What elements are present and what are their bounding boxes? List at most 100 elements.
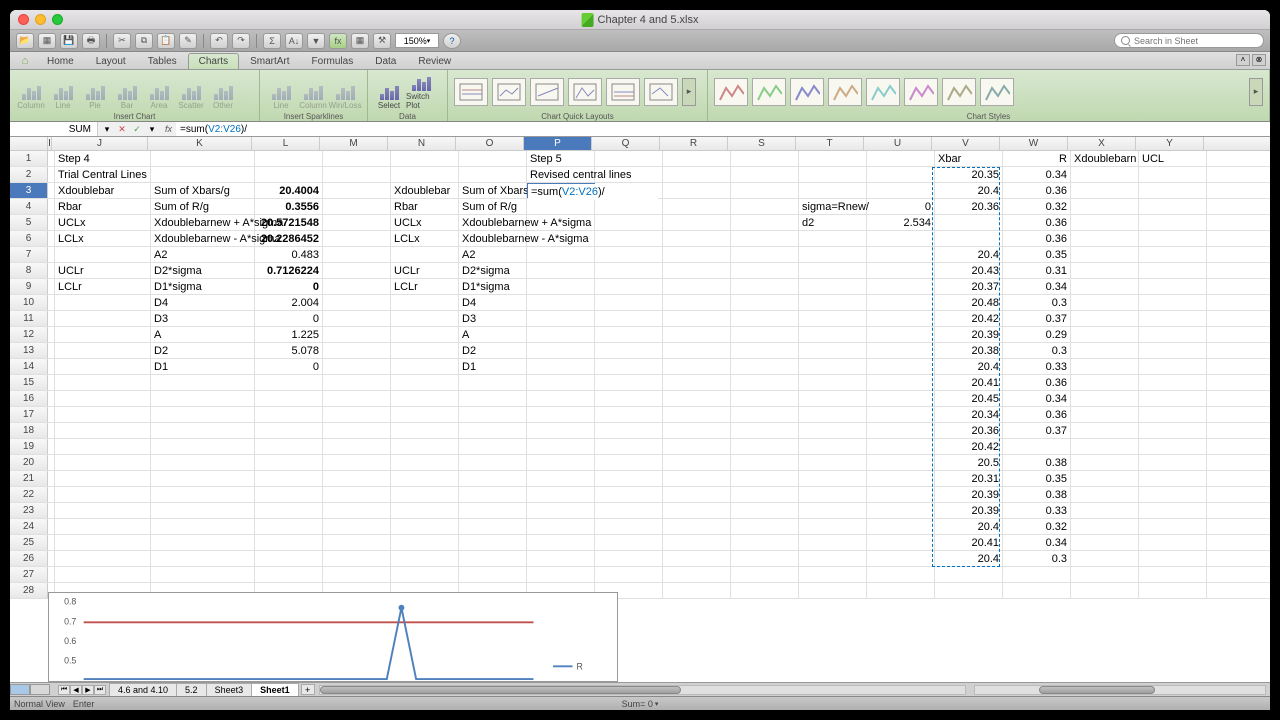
cell[interactable]	[663, 295, 731, 310]
cell[interactable]	[527, 279, 595, 294]
layout-scroll-right[interactable]: ▸	[682, 78, 696, 106]
cell[interactable]	[731, 487, 799, 502]
cell[interactable]	[1071, 391, 1139, 406]
cell[interactable]	[1071, 359, 1139, 374]
save-button[interactable]: 💾	[60, 33, 78, 49]
cell[interactable]: 20.36	[935, 423, 1003, 438]
cell[interactable]	[1139, 279, 1207, 294]
formula-accept-button[interactable]: ✓	[130, 123, 144, 135]
cell[interactable]	[731, 343, 799, 358]
cell[interactable]	[731, 247, 799, 262]
cell[interactable]	[55, 503, 151, 518]
cell[interactable]	[255, 423, 323, 438]
chart-layout-thumb[interactable]	[454, 78, 488, 106]
cell[interactable]	[151, 439, 255, 454]
cell[interactable]	[55, 295, 151, 310]
cell[interactable]: Sum of Xbars/g	[459, 183, 527, 198]
cell[interactable]	[731, 375, 799, 390]
cell[interactable]: A	[151, 327, 255, 342]
horizontal-scrollbar[interactable]	[319, 685, 966, 695]
active-cell-editing[interactable]: =sum(V2:V26)/	[527, 183, 595, 198]
sheet-tab[interactable]: Sheet3	[206, 683, 253, 696]
cell[interactable]	[48, 391, 55, 406]
formula-input[interactable]: =sum(V2:V26)/	[176, 122, 1270, 136]
cell[interactable]: 0.3556	[255, 199, 323, 214]
column-header-U[interactable]: U	[864, 137, 932, 150]
cell[interactable]	[1139, 391, 1207, 406]
cell[interactable]	[731, 407, 799, 422]
cell[interactable]	[1071, 199, 1139, 214]
cell[interactable]	[48, 375, 55, 390]
cell[interactable]	[663, 583, 731, 598]
cell[interactable]	[151, 471, 255, 486]
cell[interactable]	[151, 487, 255, 502]
row-header[interactable]: 19	[10, 439, 48, 454]
cell[interactable]	[867, 375, 935, 390]
cell[interactable]	[55, 375, 151, 390]
cell[interactable]	[1139, 327, 1207, 342]
chart-layout-thumb[interactable]	[568, 78, 602, 106]
cell[interactable]	[48, 567, 55, 582]
row-header[interactable]: 3	[10, 183, 48, 198]
cell[interactable]	[1071, 263, 1139, 278]
cell[interactable]	[48, 551, 55, 566]
column-header-X[interactable]: X	[1068, 137, 1136, 150]
cell[interactable]	[663, 519, 731, 534]
cell[interactable]: D4	[151, 295, 255, 310]
chart-layout-thumb[interactable]	[530, 78, 564, 106]
cell[interactable]	[595, 471, 663, 486]
row-header[interactable]: 21	[10, 471, 48, 486]
cell[interactable]	[55, 519, 151, 534]
column-header-S[interactable]: S	[728, 137, 796, 150]
cell[interactable]	[595, 391, 663, 406]
cell[interactable]	[1071, 503, 1139, 518]
cell[interactable]	[595, 343, 663, 358]
cell[interactable]	[731, 231, 799, 246]
cell[interactable]	[935, 583, 1003, 598]
cell[interactable]	[255, 567, 323, 582]
add-sheet-button[interactable]: +	[301, 684, 315, 695]
cell[interactable]	[799, 375, 867, 390]
cell[interactable]: UCLx	[55, 215, 151, 230]
cell[interactable]	[663, 567, 731, 582]
cell[interactable]: 20.4	[935, 183, 1003, 198]
copy-button[interactable]: ⧉	[135, 33, 153, 49]
cell[interactable]: Step 4	[55, 151, 151, 166]
cell[interactable]	[151, 151, 255, 166]
cell[interactable]	[55, 551, 151, 566]
cell[interactable]: LCLr	[55, 279, 151, 294]
cell[interactable]: 0.34	[1003, 167, 1071, 182]
cell[interactable]	[391, 343, 459, 358]
cell[interactable]	[48, 167, 55, 182]
cell[interactable]: 20.2286452	[255, 231, 323, 246]
cell[interactable]	[323, 455, 391, 470]
cell[interactable]	[527, 231, 595, 246]
redo-button[interactable]: ↷	[232, 33, 250, 49]
cell[interactable]	[1071, 375, 1139, 390]
cell[interactable]	[731, 423, 799, 438]
sort-button[interactable]: A↓	[285, 33, 303, 49]
row-header[interactable]: 23	[10, 503, 48, 518]
cell[interactable]	[391, 503, 459, 518]
cell[interactable]: 0.34	[1003, 391, 1071, 406]
column-header-M[interactable]: M	[320, 137, 388, 150]
cell[interactable]	[867, 167, 935, 182]
cell[interactable]	[799, 439, 867, 454]
cell[interactable]: 0	[867, 199, 935, 214]
cell[interactable]	[459, 455, 527, 470]
cell[interactable]	[1071, 295, 1139, 310]
cell[interactable]	[595, 167, 663, 182]
cell[interactable]	[595, 359, 663, 374]
cell[interactable]	[48, 183, 55, 198]
autosum-button[interactable]: Σ	[263, 33, 281, 49]
cell[interactable]	[527, 295, 595, 310]
column-header-R[interactable]: R	[660, 137, 728, 150]
cell[interactable]	[151, 423, 255, 438]
cell[interactable]	[867, 455, 935, 470]
sheet-nav-first[interactable]: ⏮	[58, 685, 70, 695]
cell[interactable]	[48, 487, 55, 502]
cell[interactable]	[48, 471, 55, 486]
cell[interactable]	[1071, 535, 1139, 550]
cell[interactable]	[595, 279, 663, 294]
chart-layout-thumb[interactable]	[492, 78, 526, 106]
